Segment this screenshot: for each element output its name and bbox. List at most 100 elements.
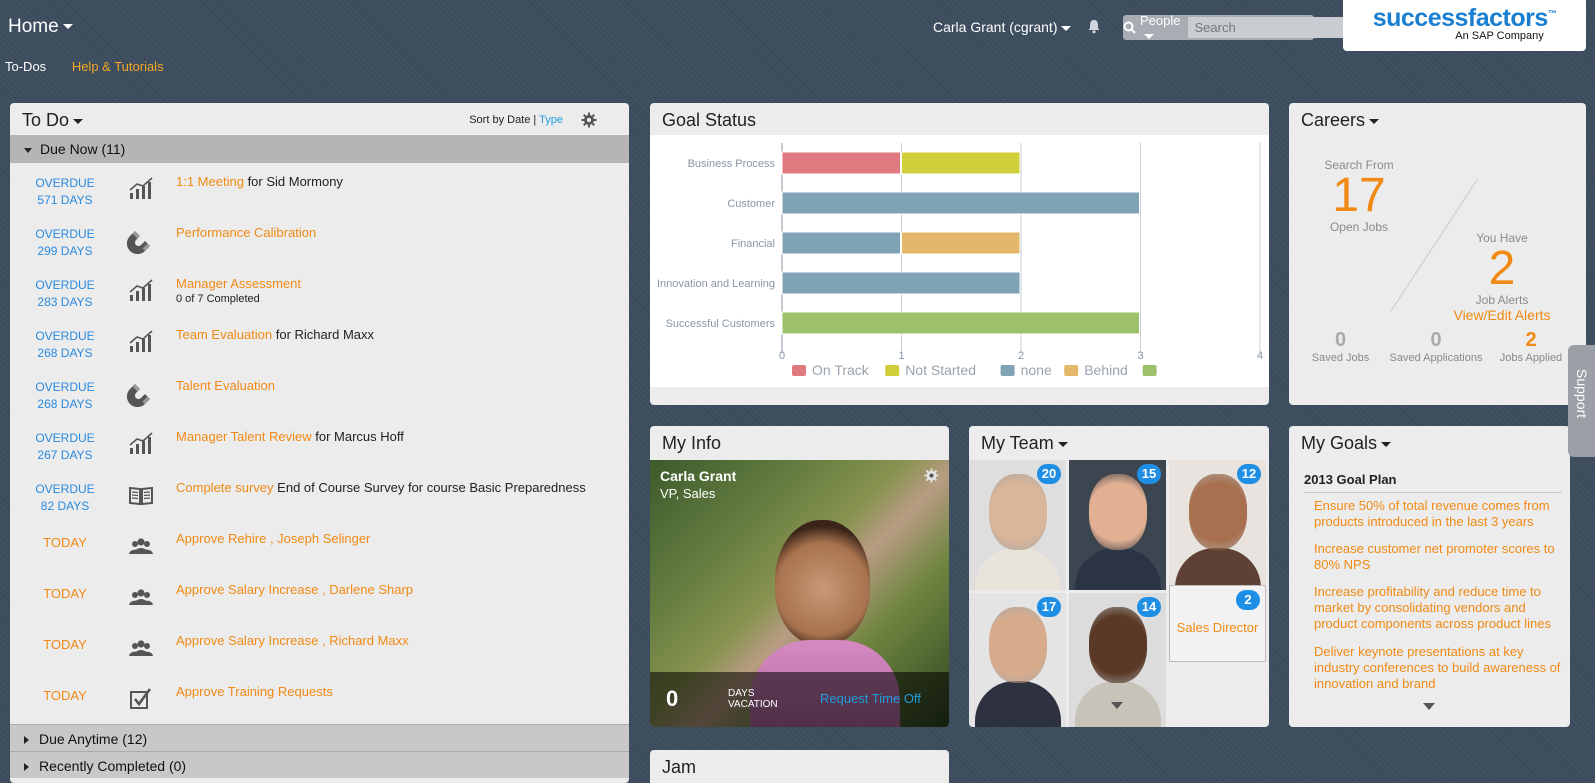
support-tab[interactable]: Support [1568, 345, 1595, 457]
member-body [975, 548, 1061, 590]
saved-jobs-count: 0 [1334, 329, 1347, 351]
team-member-sales-director[interactable]: 2 Sales Director [1169, 585, 1266, 662]
todo-item[interactable]: OVERDUE 82 DAYS Complete survey End of Cou… [10, 469, 629, 520]
todo-link[interactable]: Performance Calibration [176, 225, 316, 240]
tab-todos[interactable]: To-Dos [5, 59, 46, 74]
my-team-title: My Team [981, 433, 1054, 453]
team-member-photo[interactable]: 17 [969, 593, 1066, 727]
chart-icon [127, 328, 155, 356]
sales-director-label: Sales Director [1176, 620, 1259, 635]
sort-by-type[interactable]: Type [539, 114, 563, 126]
bar-segment [781, 231, 901, 255]
todo-item[interactable]: OVERDUE 571 DAYS 1:1 Meeting for Sid Mormo… [10, 163, 629, 214]
todo-item[interactable]: OVERDUE 283 DAYS Manager Assessment 0 of 7 … [10, 265, 629, 316]
todo-link[interactable]: Complete survey [176, 480, 274, 495]
due-anytime-group[interactable]: Due Anytime (12) [10, 724, 629, 751]
home-menu[interactable]: Home [8, 16, 73, 38]
view-edit-alerts-link[interactable]: View/Edit Alerts [1437, 307, 1567, 323]
magnet-icon [126, 379, 155, 408]
todo-link[interactable]: Manager Talent Review [176, 429, 312, 444]
due-days: 267 DAYS [37, 448, 93, 462]
goal-item[interactable]: Ensure 50% of total revenue comes from p… [1314, 498, 1564, 530]
vacation-bar: 0 DAYS VACATION Request Time Off [650, 672, 949, 727]
saved-applications-block[interactable]: 0 Saved Applications [1381, 329, 1491, 364]
due-status: TODAY [20, 585, 110, 602]
chevron-down-icon[interactable] [1423, 703, 1435, 710]
todo-text: Approve Rehire , Joseph Selinger [176, 531, 370, 546]
member-badge: 15 [1137, 464, 1161, 484]
goal-item[interactable]: Increase customer net promoter scores to… [1314, 541, 1564, 573]
jobs-applied-block[interactable]: 2 Jobs Applied [1491, 329, 1571, 364]
todo-link[interactable]: Manager Assessment [176, 276, 301, 291]
support-label: Support [1574, 369, 1590, 419]
chevron-down-icon[interactable] [1111, 702, 1123, 709]
todo-item[interactable]: TODAY Approve Salary Increase , Darlene S… [10, 571, 629, 622]
due-status: OVERDUE 267 DAYS [20, 430, 110, 464]
jam-title: Jam [662, 757, 697, 777]
my-team-header[interactable]: My Team [969, 426, 1269, 458]
todo-item[interactable]: OVERDUE 299 DAYS Performance Calibration [10, 214, 629, 265]
todo-header[interactable]: To Do Sort by Date | Type [10, 103, 629, 135]
member-badge: 12 [1237, 464, 1261, 484]
recently-completed-label: Recently Completed (0) [39, 758, 187, 774]
goal-status-chart: 0 1 2 3 4 Business Process Customer Financial In… [650, 135, 1269, 387]
chart-icon [127, 175, 155, 203]
user-menu[interactable]: Carla Grant (cgrant) [933, 19, 1072, 35]
vacation-label-vacation: VACATION [728, 699, 778, 710]
todo-link[interactable]: Approve Salary Increase , Richard Maxx [176, 633, 409, 648]
chevron-down-icon [1381, 441, 1392, 447]
tab-help-tutorials[interactable]: Help & Tutorials [72, 59, 164, 74]
team-member-photo[interactable]: 20 [969, 460, 1066, 590]
todo-link[interactable]: Approve Training Requests [176, 684, 333, 699]
todo-item[interactable]: OVERDUE 268 DAYS Team Evaluation for Richa… [10, 316, 629, 367]
careers-panel: Careers Search From 17 Open Jobs You Hav… [1289, 103, 1586, 405]
gear-icon[interactable] [581, 112, 597, 133]
due-label: OVERDUE [35, 278, 95, 292]
recently-completed-group[interactable]: Recently Completed (0) [10, 751, 629, 778]
todo-text: Talent Evaluation [176, 378, 275, 393]
todo-link[interactable]: Approve Rehire , Joseph Selinger [176, 531, 370, 546]
todo-text: 1:1 Meeting for Sid Mormony [176, 174, 343, 189]
todo-progress: 0 of 7 Completed [176, 293, 260, 305]
due-status: OVERDUE 268 DAYS [20, 328, 110, 362]
bell-icon[interactable] [1087, 19, 1103, 35]
due-label: TODAY [43, 586, 87, 601]
careers-header[interactable]: Careers [1289, 103, 1586, 135]
due-anytime-label: Due Anytime (12) [39, 731, 148, 747]
todo-panel: To Do Sort by Date | Type Due Now (11) O… [10, 103, 629, 783]
todo-link[interactable]: Talent Evaluation [176, 378, 275, 393]
search-icon[interactable] [1123, 21, 1136, 34]
x-tick-label: 1 [898, 350, 904, 362]
gear-icon[interactable] [924, 468, 939, 488]
due-now-group[interactable]: Due Now (11) [10, 135, 629, 163]
jobs-applied-count: 2 [1525, 329, 1537, 351]
todo-link[interactable]: Team Evaluation [176, 327, 272, 342]
team-member-photo[interactable]: 15 [1069, 460, 1166, 590]
saved-jobs-block[interactable]: 0 Saved Jobs [1303, 329, 1378, 364]
open-jobs-label: Open Jobs [1329, 220, 1389, 234]
search-scope-dropdown[interactable]: People [1136, 13, 1188, 43]
todo-item[interactable]: TODAY Approve Rehire , Joseph Selinger [10, 520, 629, 571]
todo-item[interactable]: TODAY Approve Training Requests [10, 673, 629, 724]
chart-icon [127, 430, 155, 458]
team-member-photo[interactable]: 12 [1169, 460, 1266, 590]
request-time-off-link[interactable]: Request Time Off [820, 691, 921, 706]
todo-item[interactable]: TODAY Approve Salary Increase , Richard M… [10, 622, 629, 673]
todo-item[interactable]: OVERDUE 267 DAYS Manager Talent Review for… [10, 418, 629, 469]
x-tick-label: 2 [1018, 350, 1024, 362]
open-jobs-block[interactable]: Search From 17 Open Jobs [1309, 158, 1409, 234]
my-goals-header[interactable]: My Goals [1289, 426, 1570, 458]
due-status: OVERDUE 283 DAYS [20, 277, 110, 311]
due-days: 268 DAYS [37, 346, 93, 360]
x-tick-label: 4 [1257, 350, 1263, 362]
todo-link[interactable]: Approve Salary Increase , Darlene Sharp [176, 582, 413, 597]
todo-item[interactable]: OVERDUE 268 DAYS Talent Evaluation [10, 367, 629, 418]
goal-item[interactable]: Deliver keynote presentations at key ind… [1314, 644, 1564, 692]
successfactors-logo[interactable]: successfactors™ An SAP Company [1343, 0, 1586, 51]
goal-item[interactable]: Increase profitability and reduce time t… [1314, 584, 1564, 632]
profile-photo[interactable]: Carla Grant VP, Sales 0 DAYS VACATION Req… [650, 460, 949, 727]
sort-by-date[interactable]: Sort by Date [469, 114, 530, 126]
member-face [1089, 607, 1147, 683]
todo-link[interactable]: 1:1 Meeting [176, 174, 244, 189]
todo-text: Team Evaluation for Richard Maxx [176, 327, 374, 342]
